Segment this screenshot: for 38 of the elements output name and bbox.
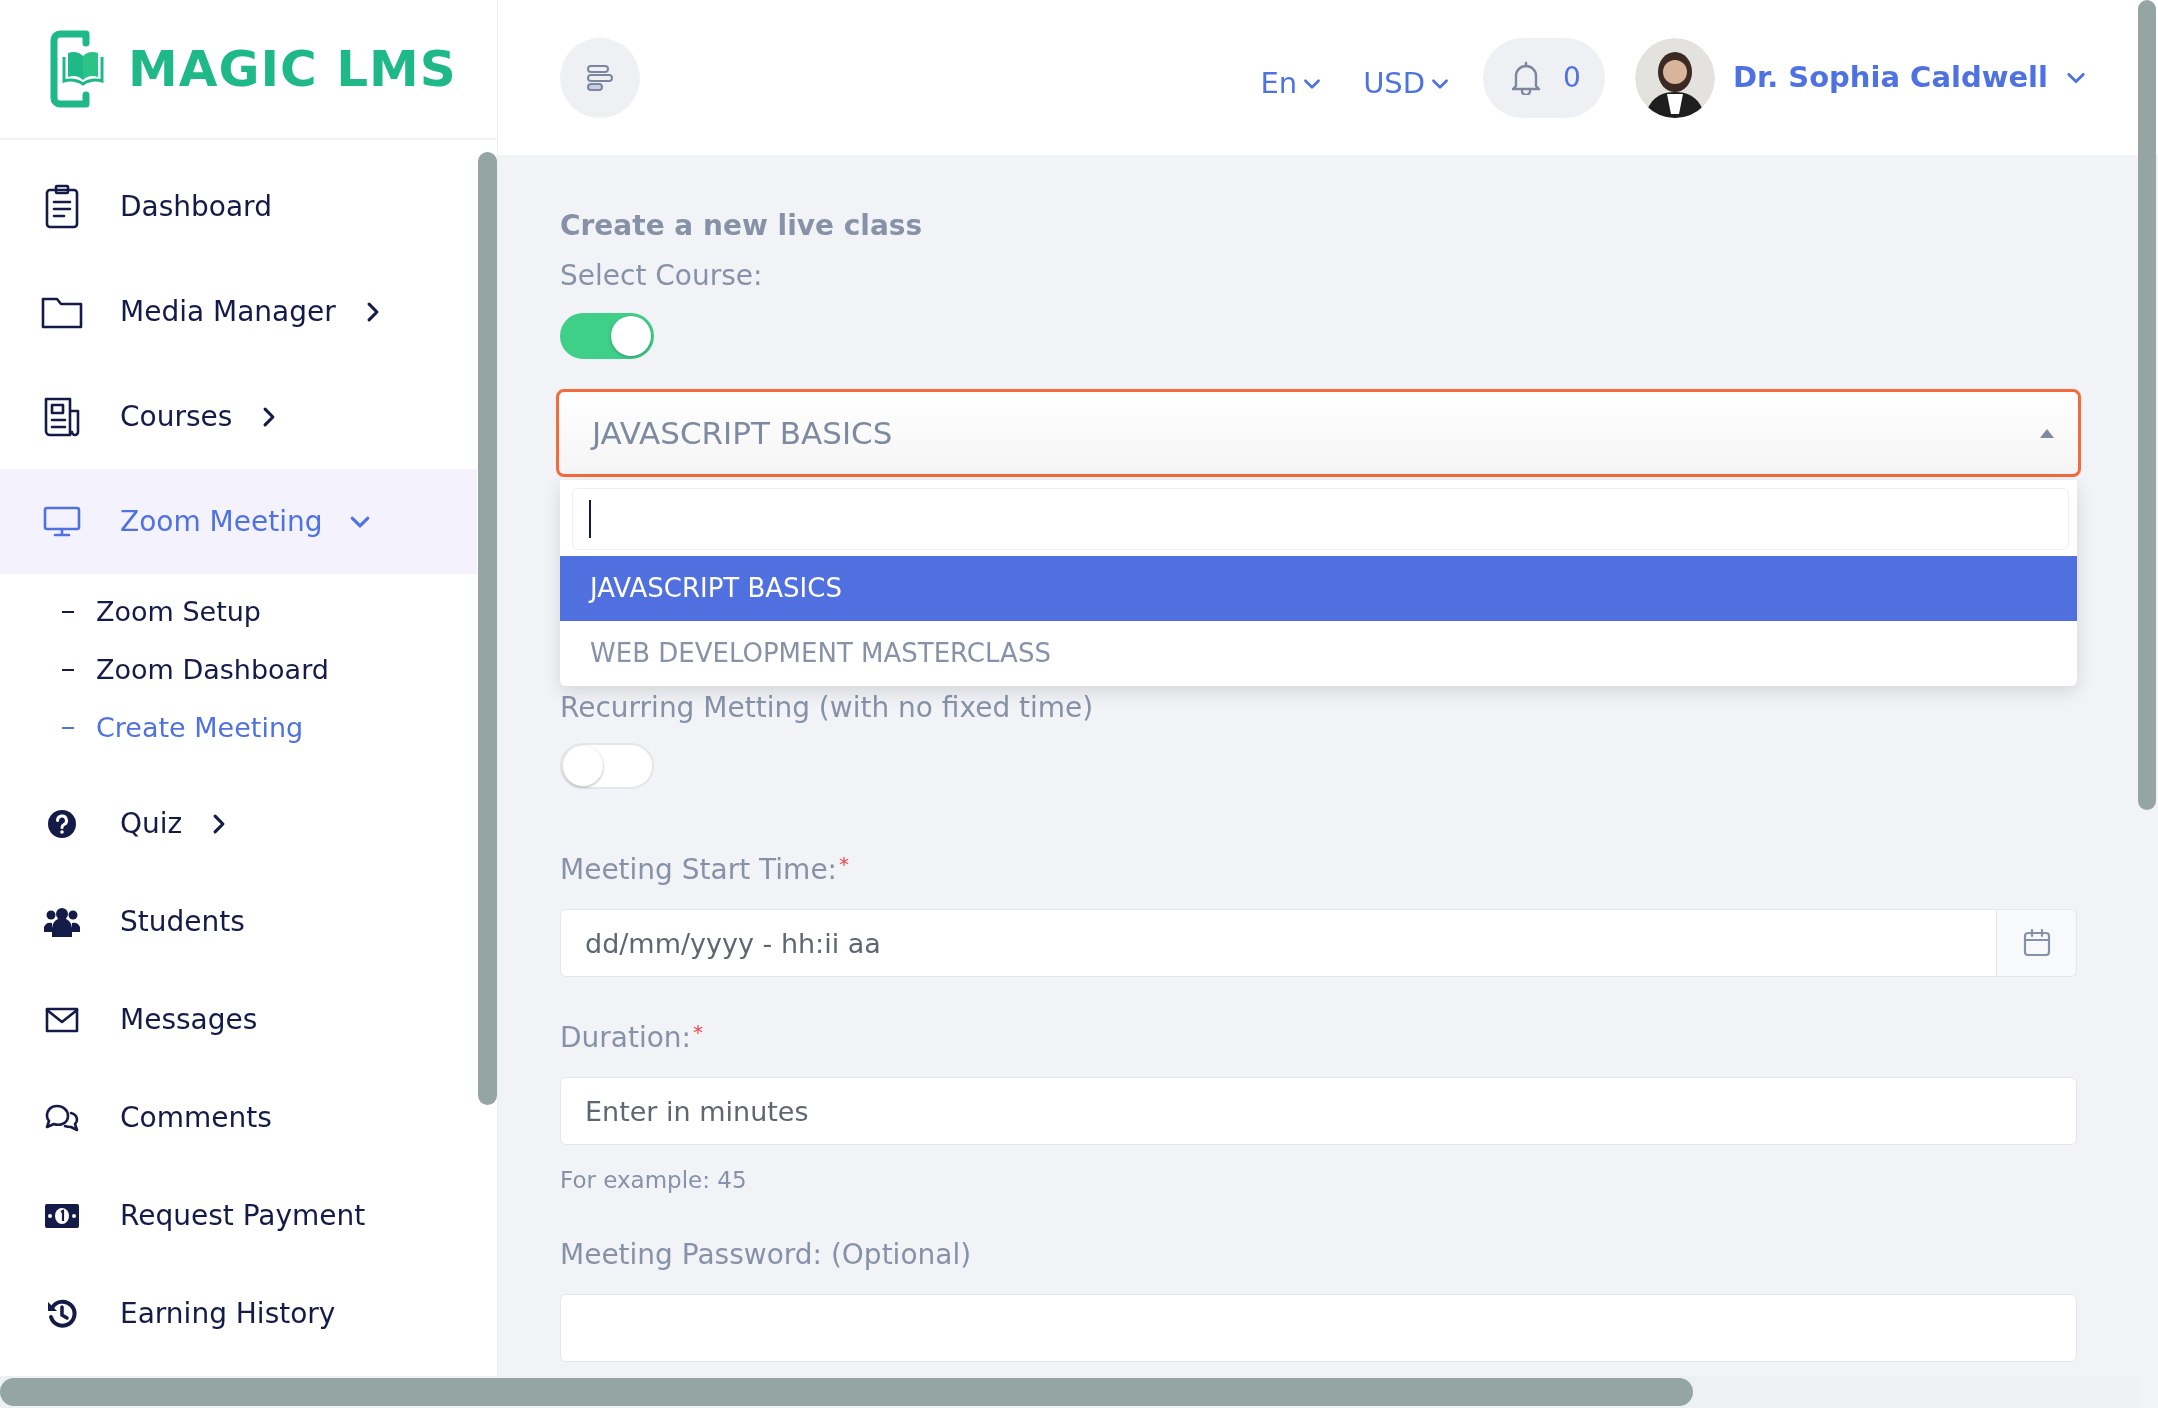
sidebar-item[interactable]: Zoom Meeting [0, 469, 477, 574]
sidebar-item[interactable]: Students [0, 873, 477, 971]
sidebar-item[interactable]: Dashboard [0, 154, 477, 259]
scrollbar[interactable] [0, 1378, 1693, 1406]
menu-icon [585, 62, 615, 93]
sidebar-item[interactable]: Earning History [0, 1265, 477, 1363]
field-label: Meeting Password: (Optional) [560, 1236, 973, 1273]
sidebar-item[interactable]: Messages [0, 971, 477, 1069]
field-label: Select Course: [560, 258, 764, 294]
help-text: For example: 45 [560, 1166, 748, 1195]
form-title: Create a new live class [560, 208, 924, 244]
notifications-button[interactable]: 0 [1483, 37, 1605, 118]
field-label: Duration:* [560, 1019, 705, 1056]
field-label: Recurring Metting (with no fixed time) [560, 690, 1095, 726]
submenu-item[interactable]: Create Meeting [0, 699, 477, 757]
toggle-switch[interactable] [560, 313, 654, 359]
sidebar-item[interactable]: Comments [0, 1069, 477, 1167]
calendar-icon[interactable] [1997, 909, 2077, 977]
submenu-item[interactable]: Zoom Dashboard [0, 641, 477, 699]
sidebar-item[interactable]: Request Payment [0, 1167, 477, 1265]
caret-icon [2038, 427, 2056, 439]
submenu-item[interactable]: Zoom Setup [0, 583, 477, 641]
user-menu[interactable]: Dr. Sophia Caldwell [1732, 55, 2088, 100]
password-field[interactable] [560, 1293, 2077, 1362]
date-time-field[interactable]: dd/mm/yyyy - hh:ii aa [560, 909, 1997, 977]
scrollbar[interactable] [2138, 0, 2156, 810]
currency-dropdown[interactable]: USD [1363, 61, 1452, 106]
bell-icon [1511, 60, 1542, 95]
field-label: Meeting Start Time:* [560, 851, 851, 888]
logo-text: MAGIC LMS [128, 38, 457, 100]
sidebar-item[interactable]: Courses [0, 364, 477, 469]
sidebar-item[interactable]: Quiz [0, 775, 477, 873]
scrollbar[interactable] [478, 152, 497, 1105]
sidebar-item[interactable]: Media Manager [0, 259, 477, 364]
duration-field[interactable]: Enter in minutes [560, 1077, 2077, 1145]
search-field[interactable] [572, 488, 2069, 550]
dropdown-option[interactable]: JAVASCRIPT BASICS [560, 556, 2077, 621]
language-dropdown[interactable]: En [1260, 61, 1324, 106]
